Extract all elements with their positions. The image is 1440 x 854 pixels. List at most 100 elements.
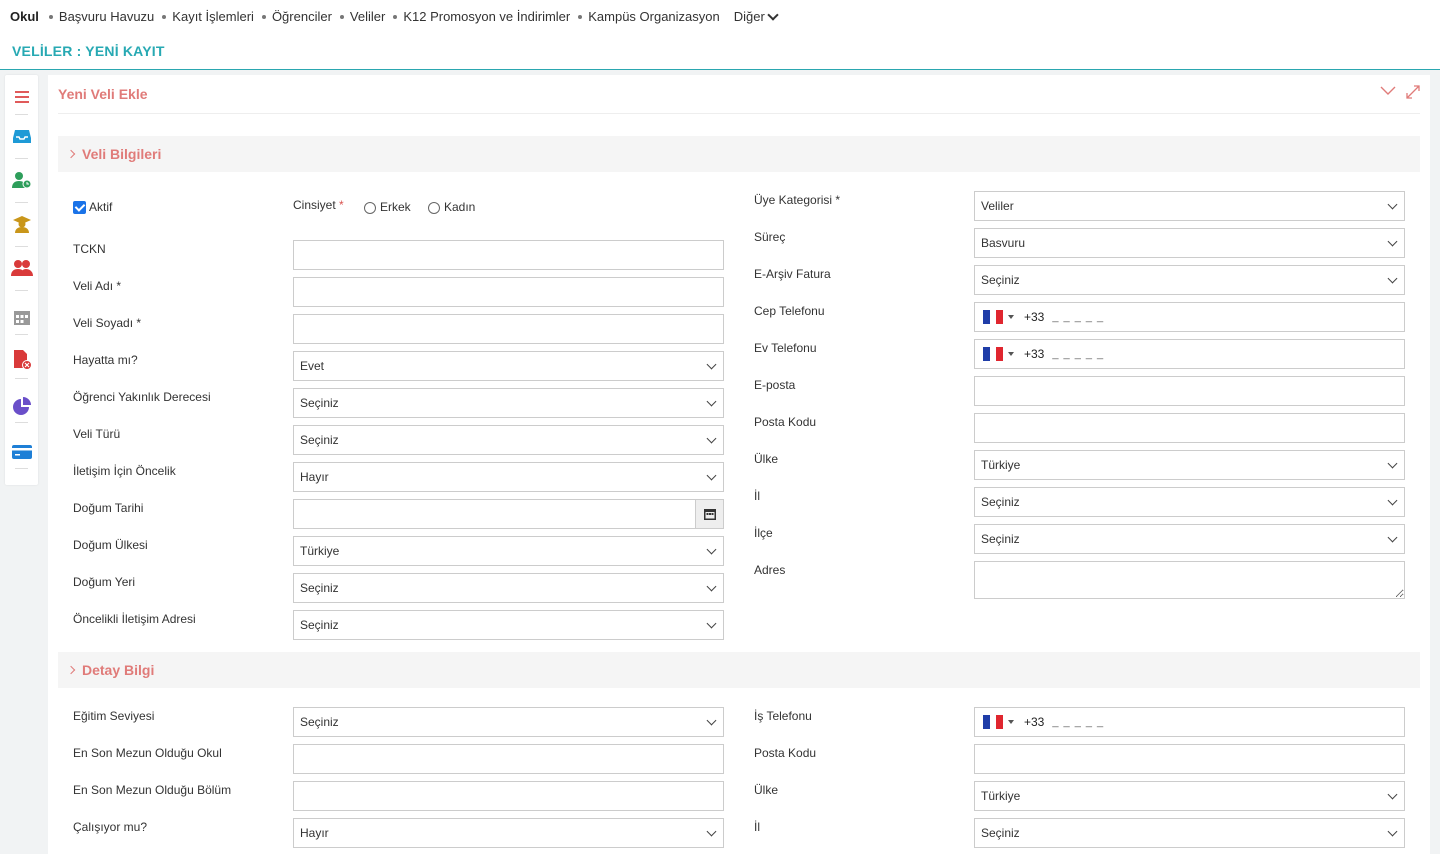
erkek-radio[interactable] [364,202,376,214]
veli-adi-label: Veli Adı * [73,279,122,293]
oncelikli-adres-select[interactable]: Seçiniz [293,610,724,640]
chevron-down-icon [1387,199,1398,210]
phone-code: +33 [1024,310,1045,324]
nav-veliler[interactable]: Veliler [339,9,385,24]
detay-posta-kodu-label: Posta Kodu [754,746,817,760]
section-veli-bilgileri[interactable]: Veli Bilgileri [58,136,1420,172]
egitim-select[interactable]: Seçiniz [293,707,724,737]
france-flag-icon[interactable] [983,715,1004,729]
surec-select[interactable]: Basvuru [974,228,1405,258]
cinsiyet-text: Cinsiyet [293,198,336,212]
expand-icon[interactable] [1406,85,1420,102]
chevron-down-icon [1387,826,1398,837]
ulke-select[interactable]: Türkiye [974,450,1405,480]
yakinlik-select[interactable]: Seçiniz [293,388,724,418]
oncelik-select[interactable]: Hayır [293,462,724,492]
mezun-okul-label: En Son Mezun Olduğu Okul [73,746,222,760]
is-telefonu-label: İş Telefonu [754,709,812,723]
uye-kategori-select[interactable]: Veliler [974,191,1405,221]
chevron-down-icon [1387,789,1398,800]
aktif-checkbox[interactable] [73,201,86,214]
bullet-icon [162,14,167,19]
is-telefonu-input[interactable]: +33 _ _ _ _ _ [974,707,1405,737]
chevron-down-icon [706,396,717,407]
calisiyor-label: Çalışıyor mu? [73,820,148,834]
section-detay-bilgi[interactable]: Detay Bilgi [58,652,1420,688]
adres-textarea[interactable] [974,561,1405,599]
calisiyor-select[interactable]: Hayır [293,818,724,848]
cep-telefonu-label: Cep Telefonu [754,304,825,318]
detay-ulke-select[interactable]: Türkiye [974,781,1405,811]
pdf-remove-icon[interactable] [5,338,38,382]
top-navigation: Okul Başvuru Havuzu Kayıt İşlemleri Öğre… [0,0,1440,33]
chevron-down-icon [706,826,717,837]
surec-label: Süreç [754,230,786,244]
nav-kampus-organizasyon[interactable]: Kampüs Organizasyon [578,9,720,24]
inbox-icon[interactable] [5,114,38,158]
nav-okul[interactable]: Okul [10,9,39,24]
earsiv-label: E-Arşiv Fatura [754,267,831,281]
calendar-icon[interactable] [695,500,723,528]
eposta-input[interactable] [974,376,1405,406]
nav-label: Kayıt İşlemleri [172,9,254,24]
detay-il-label: İl [754,820,760,834]
nav-kayit-islemleri[interactable]: Kayıt İşlemleri [162,9,254,24]
tckn-input[interactable] [293,240,724,270]
chevron-down-icon [706,618,717,629]
france-flag-icon[interactable] [983,347,1004,361]
dogum-ulkesi-select[interactable]: Türkiye [293,536,724,566]
graduate-icon[interactable] [5,202,38,246]
chevron-right-icon [66,665,76,675]
oncelikli-adres-label: Öncelikli İletişim Adresi [73,612,196,626]
section-title: Detay Bilgi [82,662,155,678]
kadin-label: Kadın [444,200,476,214]
ev-telefonu-input[interactable]: +33 _ _ _ _ _ [974,339,1405,369]
user-clock-icon[interactable] [5,158,38,202]
aktif-label: Aktif [89,200,113,214]
veli-soyadi-input[interactable] [293,314,724,344]
nav-label: K12 Promosyon ve İndirimler [403,9,571,24]
earsiv-select[interactable]: Seçiniz [974,265,1405,295]
cep-telefonu-input[interactable]: +33 _ _ _ _ _ [974,302,1405,332]
dogum-yeri-label: Doğum Yeri [73,575,136,589]
ulke-label: Ülke [754,452,779,466]
divider [15,468,28,469]
ev-telefonu-label: Ev Telefonu [754,341,817,355]
il-select[interactable]: Seçiniz [974,487,1405,517]
bullet-icon [393,14,398,19]
france-flag-icon[interactable] [983,310,1004,324]
nav-diger-dropdown[interactable]: Diğer [734,8,779,24]
detay-il-select[interactable]: Seçiniz [974,818,1405,848]
select-value: Seçiniz [300,618,339,632]
page-header: VELİLER : YENİ KAYIT [0,33,1440,70]
nav-ogrenciler[interactable]: Öğrenciler [261,9,332,24]
calendar-icon[interactable] [5,295,38,339]
page-title: VELİLER : YENİ KAYIT [12,43,165,59]
hayatta-select[interactable]: Evet [293,351,724,381]
phone-mask: _ _ _ _ _ [1052,716,1105,728]
nav-basvuru-havuzu[interactable]: Başvuru Havuzu [48,9,154,24]
divider [15,334,28,335]
ilce-select[interactable]: Seçiniz [974,524,1405,554]
chevron-down-icon [1387,532,1398,543]
menu-icon[interactable] [5,75,38,119]
mezun-bolum-input[interactable] [293,781,724,811]
required-mark: * [339,198,344,212]
dogum-tarihi-input[interactable] [293,499,724,529]
mezun-okul-input[interactable] [293,744,724,774]
collapse-icon[interactable] [1380,85,1396,102]
select-value: Seçiniz [300,396,339,410]
panel-tools [1380,85,1420,102]
kadin-radio[interactable] [428,202,440,214]
veli-turu-select[interactable]: Seçiniz [293,425,724,455]
veli-adi-input[interactable] [293,277,724,307]
users-icon[interactable] [5,246,38,290]
detay-posta-kodu-input[interactable] [974,744,1405,774]
bullet-icon [261,14,266,19]
nav-k12-promosyon[interactable]: K12 Promosyon ve İndirimler [393,9,570,24]
select-value: Seçiniz [981,532,1020,546]
chevron-down-icon [706,581,717,592]
select-value: Seçiniz [981,273,1020,287]
posta-kodu-input[interactable] [974,413,1405,443]
dogum-yeri-select[interactable]: Seçiniz [293,573,724,603]
